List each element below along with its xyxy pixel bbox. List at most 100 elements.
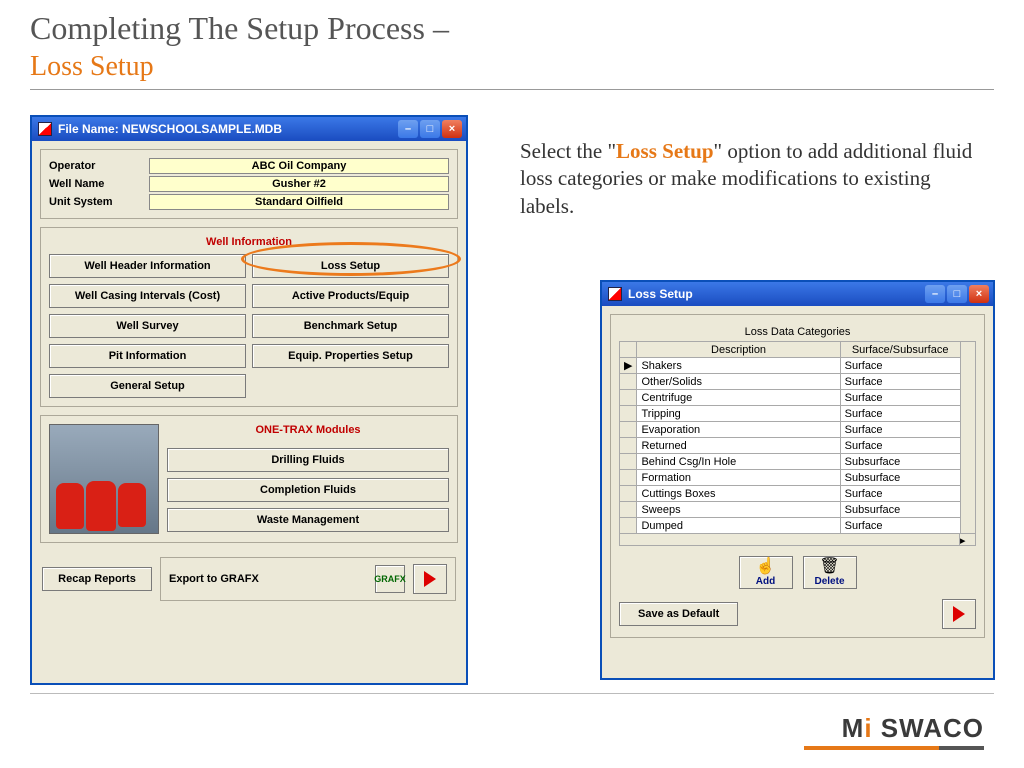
modules-header: ONE-TRAX Modules — [167, 424, 449, 436]
pit-information-button[interactable]: Pit Information — [49, 344, 246, 368]
well-survey-button[interactable]: Well Survey — [49, 314, 246, 338]
instruction-text: Select the "Loss Setup" option to add ad… — [520, 138, 980, 220]
cell-surface[interactable]: Subsurface — [840, 470, 960, 486]
recap-reports-button[interactable]: Recap Reports — [42, 567, 152, 591]
app-icon — [38, 122, 52, 136]
maximize-button[interactable]: □ — [420, 120, 440, 138]
cell-description[interactable]: Returned — [637, 438, 840, 454]
column-surface[interactable]: Surface/Subsurface — [840, 342, 960, 358]
instruction-emphasis: Loss Setup — [616, 139, 713, 163]
cell-surface[interactable]: Surface — [840, 438, 960, 454]
table-row[interactable]: EvaporationSurface — [620, 422, 961, 438]
add-button[interactable]: ☝ Add — [739, 556, 793, 589]
table-row[interactable]: SweepsSubsurface — [620, 502, 961, 518]
general-setup-button[interactable]: General Setup — [49, 374, 246, 398]
minimize-button[interactable]: – — [398, 120, 418, 138]
instruction-prefix: Select the " — [520, 139, 616, 163]
benchmark-setup-button[interactable]: Benchmark Setup — [252, 314, 449, 338]
cell-surface[interactable]: Subsurface — [840, 454, 960, 470]
row-selector[interactable]: ▶ — [620, 358, 637, 374]
vertical-scrollbar[interactable] — [961, 341, 976, 534]
cell-description[interactable]: Dumped — [637, 518, 840, 534]
table-row[interactable]: CentrifugeSurface — [620, 390, 961, 406]
table-row[interactable]: Cuttings BoxesSurface — [620, 486, 961, 502]
horizontal-scrollbar[interactable]: ▸ — [959, 534, 975, 545]
row-selector[interactable] — [620, 518, 637, 534]
loss-setup-button[interactable]: Loss Setup — [252, 254, 449, 278]
loss-table-panel: Loss Data Categories Description Surface… — [610, 314, 985, 638]
row-selector[interactable] — [620, 502, 637, 518]
row-selector[interactable] — [620, 406, 637, 422]
logo-i: i — [864, 713, 872, 743]
row-selector[interactable] — [620, 374, 637, 390]
title-divider — [30, 89, 994, 90]
grafx-icon[interactable]: GRAFX — [375, 565, 405, 593]
cell-surface[interactable]: Surface — [840, 518, 960, 534]
completion-fluids-button[interactable]: Completion Fluids — [167, 478, 449, 502]
table-row[interactable]: Behind Csg/In HoleSubsurface — [620, 454, 961, 470]
brand-logo: Mi SWACO — [804, 713, 984, 750]
delete-button[interactable]: 🗑 Delete — [803, 556, 857, 589]
minimize-button[interactable]: – — [925, 285, 945, 303]
slide-subtitle: Loss Setup — [0, 51, 1024, 89]
drilling-fluids-button[interactable]: Drilling Fluids — [167, 448, 449, 472]
cell-description[interactable]: Behind Csg/In Hole — [637, 454, 840, 470]
main-titlebar[interactable]: File Name: NEWSCHOOLSAMPLE.MDB – □ × — [32, 117, 466, 141]
cell-surface[interactable]: Surface — [840, 406, 960, 422]
cell-surface[interactable]: Surface — [840, 486, 960, 502]
close-button[interactable]: × — [969, 285, 989, 303]
cell-surface[interactable]: Surface — [840, 422, 960, 438]
save-default-button[interactable]: Save as Default — [619, 602, 738, 626]
cell-description[interactable]: Shakers — [637, 358, 840, 374]
loss-setup-window: Loss Setup – □ × Loss Data Categories De… — [600, 280, 995, 680]
trash-icon: 🗑 — [804, 559, 856, 575]
wellname-value[interactable]: Gusher #2 — [149, 176, 449, 192]
exit-icon[interactable] — [942, 599, 976, 629]
table-row[interactable]: ▶ShakersSurface — [620, 358, 961, 374]
operator-label: Operator — [49, 160, 149, 172]
footer-divider — [30, 693, 994, 694]
well-information-header: Well Information — [49, 236, 449, 248]
maximize-button[interactable]: □ — [947, 285, 967, 303]
cell-surface[interactable]: Surface — [840, 358, 960, 374]
row-selector[interactable] — [620, 438, 637, 454]
table-row[interactable]: TrippingSurface — [620, 406, 961, 422]
table-row[interactable]: Other/SolidsSurface — [620, 374, 961, 390]
cell-surface[interactable]: Surface — [840, 390, 960, 406]
exit-icon[interactable] — [413, 564, 447, 594]
equip-properties-button[interactable]: Equip. Properties Setup — [252, 344, 449, 368]
cell-description[interactable]: Evaporation — [637, 422, 840, 438]
well-fields-panel: Operator ABC Oil Company Well Name Gushe… — [40, 149, 458, 219]
waste-management-button[interactable]: Waste Management — [167, 508, 449, 532]
loss-window-title: Loss Setup — [628, 287, 693, 301]
casing-intervals-button[interactable]: Well Casing Intervals (Cost) — [49, 284, 246, 308]
slide-title: Completing The Setup Process – — [0, 0, 1024, 51]
row-selector[interactable] — [620, 486, 637, 502]
cell-surface[interactable]: Subsurface — [840, 502, 960, 518]
close-button[interactable]: × — [442, 120, 462, 138]
cell-description[interactable]: Cuttings Boxes — [637, 486, 840, 502]
cell-description[interactable]: Sweeps — [637, 502, 840, 518]
cell-description[interactable]: Tripping — [637, 406, 840, 422]
table-row[interactable]: ReturnedSurface — [620, 438, 961, 454]
loss-titlebar[interactable]: Loss Setup – □ × — [602, 282, 993, 306]
active-products-button[interactable]: Active Products/Equip — [252, 284, 449, 308]
row-selector[interactable] — [620, 390, 637, 406]
cell-description[interactable]: Centrifuge — [637, 390, 840, 406]
cell-description[interactable]: Formation — [637, 470, 840, 486]
well-header-button[interactable]: Well Header Information — [49, 254, 246, 278]
cell-surface[interactable]: Surface — [840, 374, 960, 390]
cell-description[interactable]: Other/Solids — [637, 374, 840, 390]
wellname-label: Well Name — [49, 178, 149, 190]
row-selector[interactable] — [620, 422, 637, 438]
row-selector[interactable] — [620, 454, 637, 470]
table-row[interactable]: FormationSubsurface — [620, 470, 961, 486]
unitsystem-label: Unit System — [49, 196, 149, 208]
unitsystem-value[interactable]: Standard Oilfield — [149, 194, 449, 210]
loss-data-table[interactable]: Description Surface/Subsurface ▶ShakersS… — [619, 341, 961, 534]
column-description[interactable]: Description — [637, 342, 840, 358]
add-label: Add — [756, 576, 775, 587]
operator-value[interactable]: ABC Oil Company — [149, 158, 449, 174]
table-row[interactable]: DumpedSurface — [620, 518, 961, 534]
row-selector[interactable] — [620, 470, 637, 486]
